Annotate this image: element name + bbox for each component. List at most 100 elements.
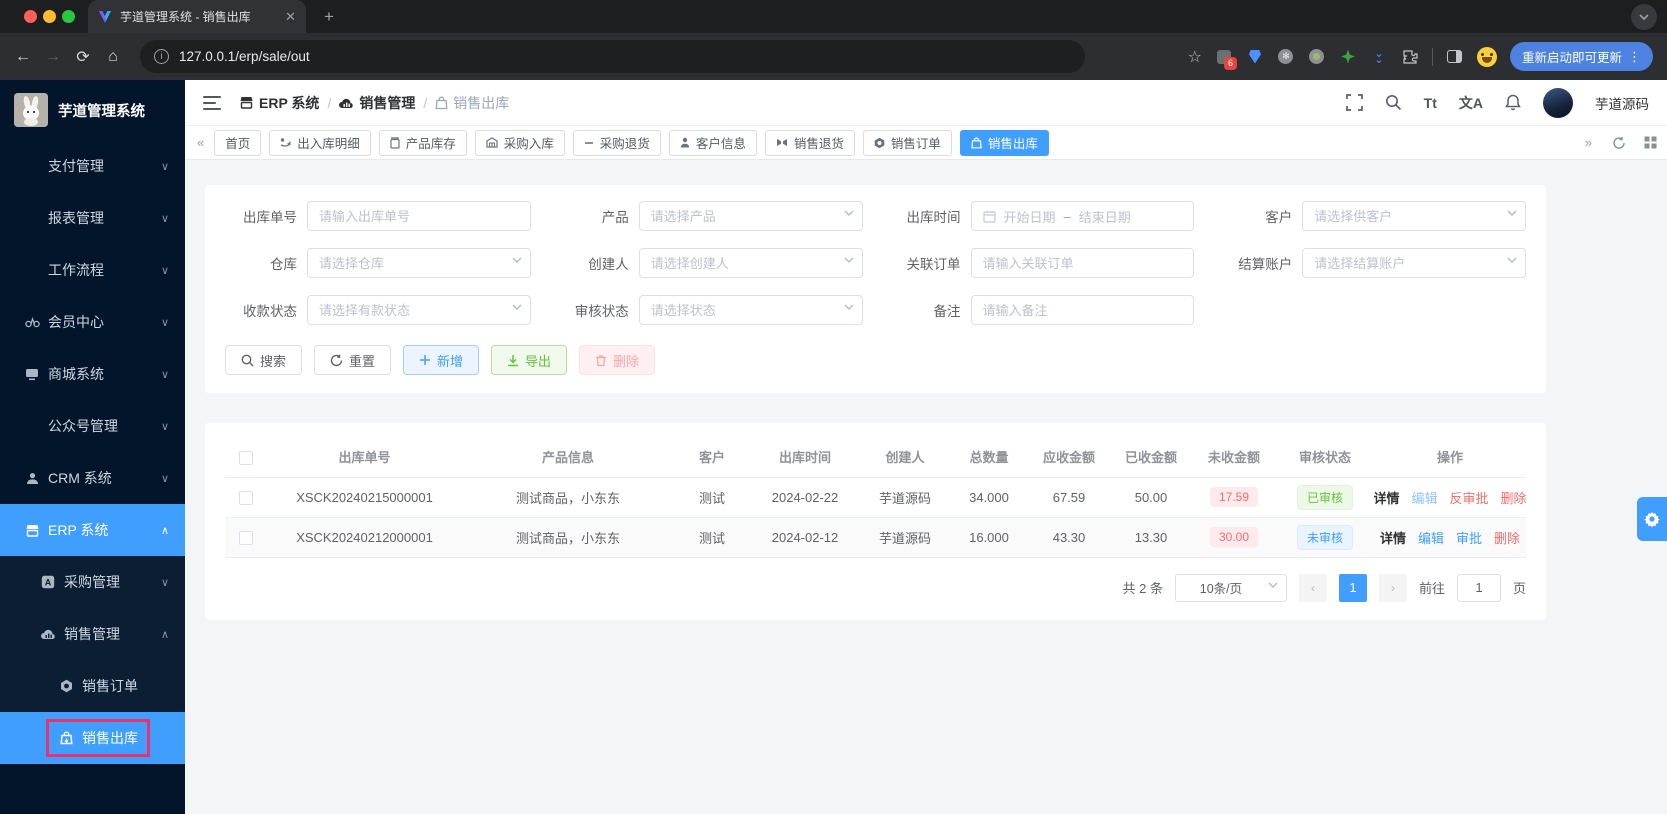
side-panel-icon[interactable] xyxy=(1446,48,1464,66)
tab-sales-return[interactable]: 销售退货 xyxy=(764,129,855,156)
sidebar-item-payment[interactable]: 支付管理 ∨ xyxy=(0,140,185,192)
chevron-down-icon: ∨ xyxy=(160,316,169,329)
font-size-icon[interactable]: Tt xyxy=(1424,95,1437,111)
sidebar-item-report[interactable]: 报表管理 ∨ xyxy=(0,192,185,244)
extension-snowflake-icon[interactable]: ✻ xyxy=(1277,48,1295,66)
date-range-separator: – xyxy=(1063,208,1071,224)
tab-stock-record[interactable]: 出入库明细 xyxy=(269,129,371,156)
extensions-puzzle-icon[interactable] xyxy=(1401,48,1419,66)
back-button[interactable]: ← xyxy=(8,48,38,66)
tags-bar: « 首页 出入库明细 产品库存 采购入库 采购退货 客户信息 销售退货 销售订单… xyxy=(185,126,1667,160)
forward-button[interactable]: → xyxy=(38,48,68,66)
date-range-picker[interactable]: 开始日期 – 结束日期 xyxy=(970,201,1195,231)
browser-tab[interactable]: 芋道管理系统 - 销售出库 ✕ xyxy=(88,0,306,33)
bookmark-star-icon[interactable]: ☆ xyxy=(1188,47,1202,67)
tab-product-stock[interactable]: 产品库存 xyxy=(378,129,467,156)
sidebar-item-mall[interactable]: 商城系统 ∨ xyxy=(0,348,185,400)
collapse-menu-icon[interactable] xyxy=(203,95,221,110)
tab-sales-out[interactable]: 销售出库 xyxy=(959,129,1049,156)
letter-a-icon: A xyxy=(40,575,56,589)
goto-page-input[interactable] xyxy=(1456,573,1501,602)
reset-button[interactable]: 重置 xyxy=(314,345,392,375)
edit-link[interactable]: 编辑 xyxy=(1411,488,1437,507)
breadcrumb-erp[interactable]: ERP 系统 xyxy=(239,93,319,113)
new-tab-button[interactable]: + xyxy=(318,6,340,28)
delete-link[interactable]: 删除 xyxy=(1494,528,1520,547)
tab-purchase-in[interactable]: 采购入库 xyxy=(474,129,565,156)
export-button[interactable]: 导出 xyxy=(491,345,568,375)
sidebar-item-purchase[interactable]: A 采购管理 ∨ xyxy=(0,556,185,608)
sidebar-item-crm[interactable]: CRM 系统 ∨ xyxy=(0,452,185,504)
extension-star-icon[interactable] xyxy=(1339,48,1357,66)
extension-circle-icon[interactable] xyxy=(1308,48,1326,66)
maximize-window-button[interactable] xyxy=(62,10,75,23)
tags-scroll-right-icon[interactable]: » xyxy=(1583,135,1594,150)
add-button[interactable]: 新增 xyxy=(403,345,480,375)
product-select[interactable] xyxy=(638,201,863,231)
edit-link[interactable]: 编辑 xyxy=(1418,528,1444,547)
unapprove-link[interactable]: 反审批 xyxy=(1450,488,1489,507)
language-icon[interactable]: 文A xyxy=(1459,93,1483,113)
sidebar-item-sales-order[interactable]: 销售订单 xyxy=(0,660,185,712)
fullscreen-icon[interactable] xyxy=(1345,94,1363,111)
browser-menu-icon[interactable]: ⋮ xyxy=(1628,49,1641,65)
extension-bulb-icon[interactable] xyxy=(1246,48,1264,66)
warehouse-select[interactable] xyxy=(307,248,531,278)
sidebar-item-erp[interactable]: ERP 系统 ∧ xyxy=(0,504,185,556)
bell-icon[interactable] xyxy=(1505,94,1521,111)
remark-input[interactable] xyxy=(970,295,1195,325)
sidebar-logo[interactable]: 芋道管理系统 xyxy=(0,80,185,140)
payment-status-select[interactable] xyxy=(307,295,531,325)
row-checkbox[interactable] xyxy=(239,530,253,545)
approve-link[interactable]: 审批 xyxy=(1456,528,1482,547)
tags-scroll-left-icon[interactable]: « xyxy=(195,135,206,150)
profile-avatar[interactable] xyxy=(1476,46,1497,67)
close-tab-icon[interactable]: ✕ xyxy=(285,9,296,25)
search-button[interactable]: 搜索 xyxy=(225,345,303,375)
current-page[interactable]: 1 xyxy=(1338,573,1367,602)
reload-button[interactable]: ⟳ xyxy=(68,47,98,67)
tab-customer-info[interactable]: 客户信息 xyxy=(668,129,757,156)
row-checkbox[interactable] xyxy=(239,490,253,505)
tab-sales-order[interactable]: 销售订单 xyxy=(862,129,952,156)
sidebar-item-member[interactable]: 会员中心 ∨ xyxy=(0,296,185,348)
username[interactable]: 芋道源码 xyxy=(1595,93,1649,113)
url-bar[interactable]: i 127.0.0.1/erp/sale/out xyxy=(140,40,1085,73)
site-info-icon[interactable]: i xyxy=(154,49,169,64)
customer-select[interactable] xyxy=(1302,201,1526,231)
prev-page-button[interactable]: ‹ xyxy=(1298,573,1327,602)
order-no-input[interactable] xyxy=(307,201,531,231)
extension-badged-icon[interactable]: 6 xyxy=(1215,48,1237,70)
extension-chevrons-icon[interactable]: ⌄ ⌄ xyxy=(1370,48,1388,66)
page-size-value[interactable] xyxy=(1174,573,1287,602)
settle-account-select[interactable] xyxy=(1302,248,1526,278)
sidebar-item-workflow[interactable]: 工作流程 ∨ xyxy=(0,244,185,296)
sidebar-item-sales-out[interactable]: 销售出库 xyxy=(0,712,185,764)
audit-status-select[interactable] xyxy=(638,295,863,325)
detail-link[interactable]: 详情 xyxy=(1380,528,1406,547)
tab-home[interactable]: 首页 xyxy=(214,129,262,156)
tab-purchase-return[interactable]: 采购退货 xyxy=(572,129,661,156)
user-avatar[interactable] xyxy=(1543,87,1573,118)
search-icon[interactable] xyxy=(1385,94,1402,111)
warehouse-icon xyxy=(486,137,498,148)
layout-grid-icon[interactable] xyxy=(1644,136,1657,149)
next-page-button[interactable]: › xyxy=(1378,573,1407,602)
delete-link[interactable]: 删除 xyxy=(1501,488,1526,507)
breadcrumb-sales[interactable]: 销售管理 xyxy=(339,93,415,113)
select-all-checkbox[interactable] xyxy=(239,450,253,465)
page-size-select[interactable] xyxy=(1174,573,1287,602)
theme-settings-button[interactable] xyxy=(1637,497,1667,541)
sidebar-item-sales[interactable]: 销售管理 ∧ xyxy=(0,608,185,660)
sidebar-item-wechat[interactable]: 公众号管理 ∨ xyxy=(0,400,185,452)
related-order-input[interactable] xyxy=(970,248,1195,278)
minimize-window-button[interactable] xyxy=(43,10,56,23)
creator-select[interactable] xyxy=(638,248,863,278)
tab-search-button[interactable] xyxy=(1631,4,1657,30)
delete-button[interactable]: 删除 xyxy=(579,345,656,375)
close-window-button[interactable] xyxy=(24,10,37,23)
detail-link[interactable]: 详情 xyxy=(1374,488,1399,507)
relaunch-update-button[interactable]: 重新启动即可更新 ⋮ xyxy=(1509,42,1653,71)
refresh-icon[interactable] xyxy=(1612,136,1626,150)
home-button[interactable]: ⌂ xyxy=(98,48,128,66)
